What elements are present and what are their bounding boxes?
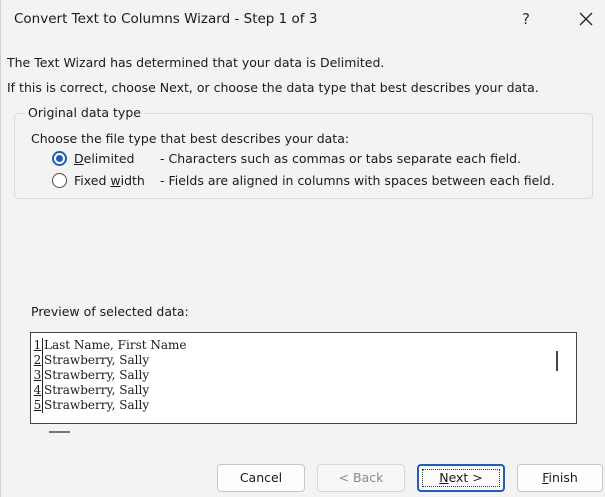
preview-row: 3 Strawberry, Sally	[33, 368, 187, 383]
preview-label: Preview of selected data:	[31, 304, 189, 319]
preview-box[interactable]: 1 Last Name, First Name 2 Strawberry, Sall…	[30, 332, 577, 424]
finish-button[interactable]: Finish	[517, 464, 603, 492]
row-number: 5	[33, 398, 43, 413]
intro-line-1: The Text Wizard has determined that your…	[7, 55, 385, 70]
next-button[interactable]: Next >	[417, 464, 505, 492]
back-button[interactable]: < Back	[317, 464, 405, 492]
intro-line-2: If this is correct, choose Next, or choo…	[7, 80, 539, 95]
radio-description-fixed-width: - Fields are aligned in columns with spa…	[160, 172, 555, 188]
close-button[interactable]	[573, 6, 599, 32]
radio-fixed-width[interactable]: Fixed width - Fields are aligned in colu…	[52, 170, 555, 190]
row-number: 4	[33, 383, 43, 398]
focus-rectangle	[422, 469, 500, 487]
preview-row: 1 Last Name, First Name	[33, 338, 187, 353]
radio-unselected-icon	[52, 172, 67, 188]
title-bar: Convert Text to Columns Wizard - Step 1 …	[1, 0, 605, 40]
row-text: Strawberry, Sally	[44, 398, 150, 412]
row-text: Strawberry, Sally	[44, 368, 150, 382]
preview-rows: 1 Last Name, First Name 2 Strawberry, Sall…	[33, 338, 187, 413]
row-text: Strawberry, Sally	[44, 383, 150, 397]
radio-delimited[interactable]: Delimited - Characters such as commas or…	[52, 148, 521, 168]
radio-selected-icon	[52, 150, 67, 166]
row-text: Strawberry, Sally	[44, 353, 150, 367]
preview-row: 4 Strawberry, Sally	[33, 383, 187, 398]
help-button[interactable]: ?	[522, 10, 530, 28]
row-number: 3	[33, 368, 43, 383]
radio-label-fixed-width: Fixed width	[74, 172, 145, 188]
row-number: 1	[33, 338, 43, 353]
preview-row: 2 Strawberry, Sally	[33, 353, 187, 368]
radio-description-delimited: - Characters such as commas or tabs sepa…	[160, 150, 522, 166]
close-icon	[579, 12, 593, 26]
row-number: 2	[33, 353, 43, 368]
wizard-dialog: Convert Text to Columns Wizard - Step 1 …	[0, 0, 605, 497]
cancel-button[interactable]: Cancel	[217, 464, 305, 492]
group-legend: Original data type	[25, 105, 144, 120]
row-text: Last Name, First Name	[44, 338, 187, 352]
preview-row: 5 Strawberry, Sally	[33, 398, 187, 413]
vertical-scrollbar-thumb[interactable]	[556, 351, 558, 371]
file-type-prompt: Choose the file type that best describes…	[31, 131, 350, 146]
dialog-title: Convert Text to Columns Wizard - Step 1 …	[14, 11, 318, 27]
horizontal-scrollbar-thumb[interactable]	[49, 431, 70, 433]
radio-label-delimited: Delimited	[74, 150, 135, 166]
